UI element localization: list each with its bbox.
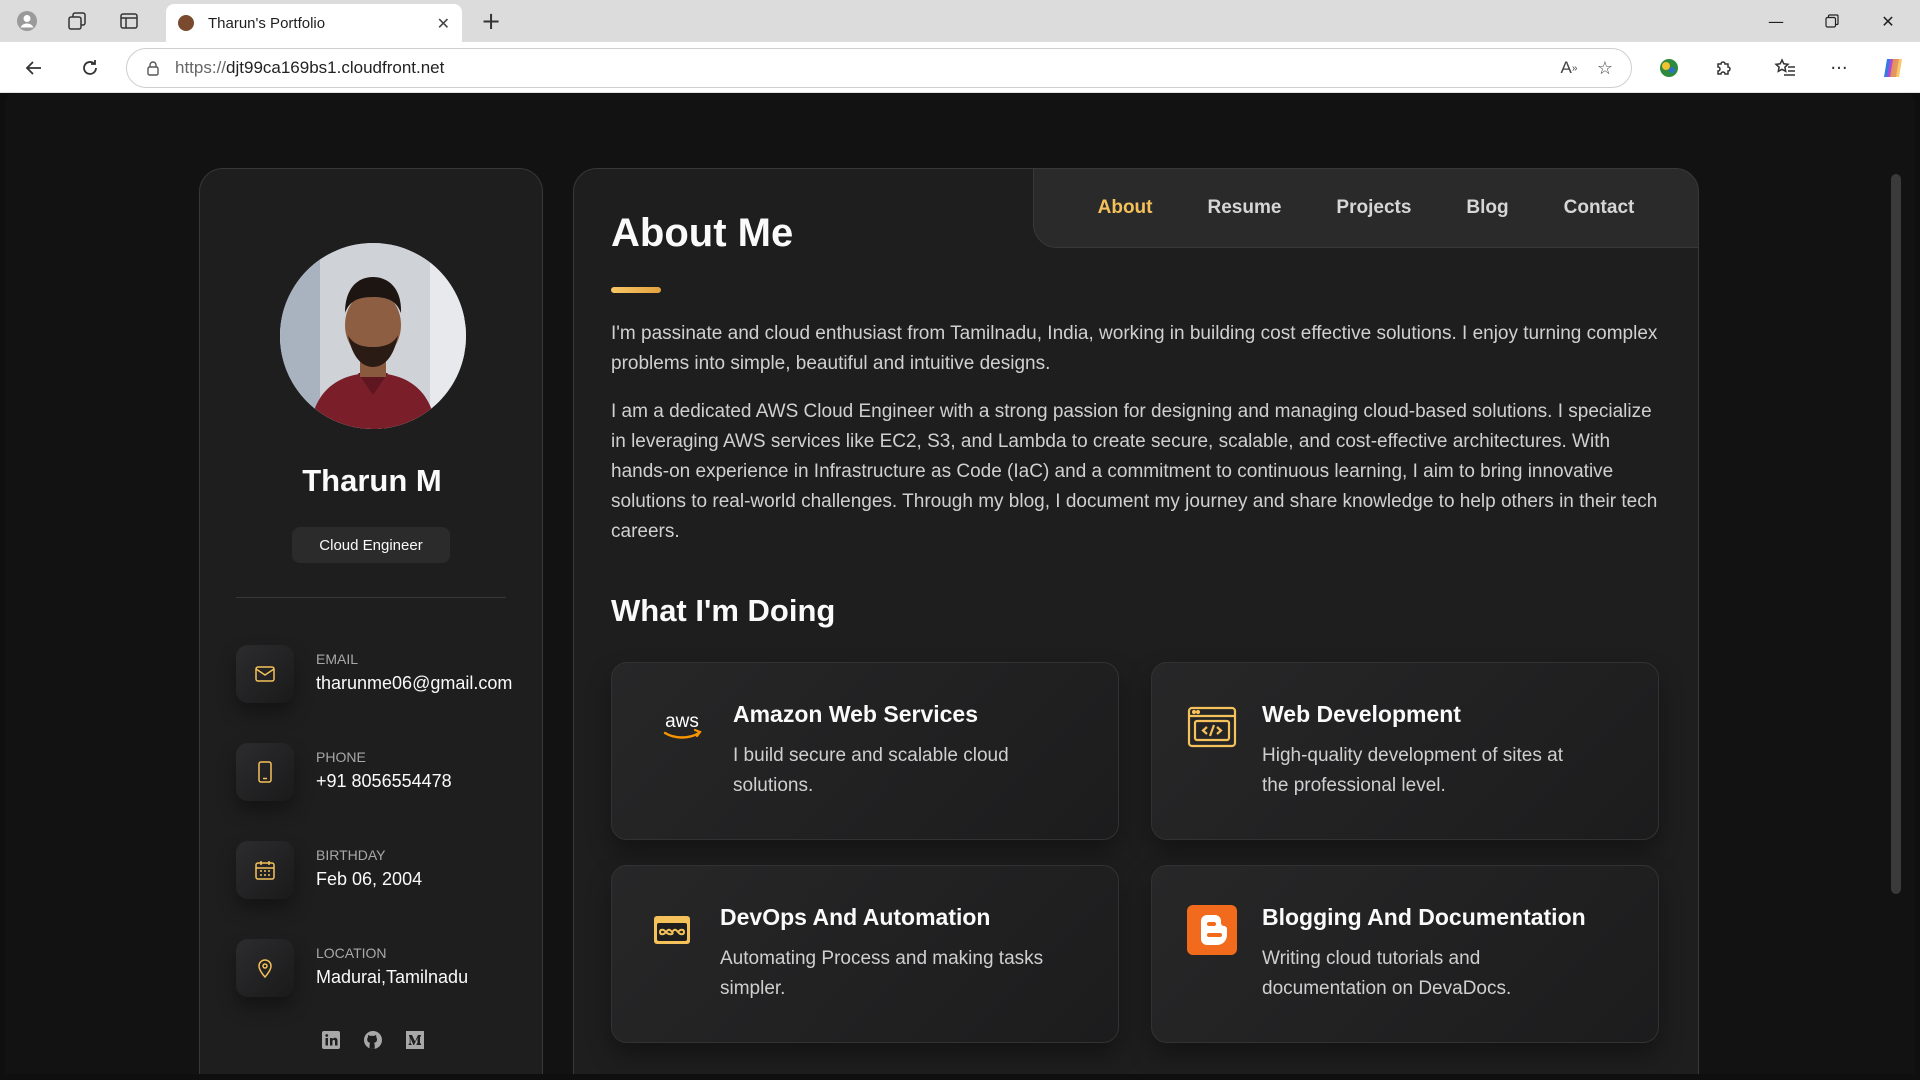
lock-icon[interactable]	[145, 60, 161, 76]
restore-icon[interactable]	[1804, 4, 1860, 38]
url-host: djt99ca169bs1.cloudfront.net	[226, 58, 445, 77]
calendar-icon	[236, 841, 294, 899]
contact-birthday: Birthday Feb 06, 2004	[236, 841, 516, 901]
tab-favicon-icon	[178, 15, 194, 31]
avatar	[280, 243, 466, 429]
tab-actions-icon[interactable]	[114, 6, 144, 36]
contact-label: Phone	[316, 749, 366, 765]
read-aloud-icon[interactable]: A»	[1551, 50, 1587, 86]
page-viewport: Tharun M Cloud Engineer Email tharunme06…	[5, 94, 1915, 1074]
minimize-icon[interactable]: —	[1748, 4, 1804, 38]
favorites-icon[interactable]	[1768, 51, 1802, 85]
contact-email: Email tharunme06@gmail.com	[236, 645, 516, 705]
page-title: About Me	[611, 211, 794, 255]
role-badge: Cloud Engineer	[292, 527, 450, 563]
blogger-icon	[1186, 905, 1238, 955]
address-bar-row: https://djt99ca169bs1.cloudfront.net A» …	[0, 42, 1920, 93]
profile-icon[interactable]	[12, 6, 42, 36]
location-icon	[236, 939, 294, 997]
close-icon[interactable]: ✕	[437, 14, 450, 33]
copilot-icon[interactable]	[1876, 51, 1910, 85]
aws-icon: aws	[656, 703, 708, 751]
contact-label: Location	[316, 945, 387, 961]
active-tab[interactable]: Tharun's Portfolio ✕	[166, 4, 462, 42]
nav-contact[interactable]: Contact	[1564, 197, 1635, 219]
nav-projects[interactable]: Projects	[1336, 197, 1411, 219]
browser-tab-bar: Tharun's Portfolio ✕ + — ✕	[0, 0, 1920, 42]
favorite-icon[interactable]: ☆	[1587, 50, 1623, 86]
medium-icon[interactable]	[404, 1029, 426, 1051]
nav-blog[interactable]: Blog	[1466, 197, 1508, 219]
workspaces-icon[interactable]	[62, 6, 92, 36]
new-tab-icon[interactable]: +	[476, 6, 506, 36]
contact-phone: Phone +91 8056554478	[236, 743, 516, 803]
phone-link[interactable]: +91 8056554478	[316, 771, 516, 792]
main-article: About Resume Projects Blog Contact About…	[573, 168, 1699, 1074]
contact-label: Birthday	[316, 847, 386, 863]
profile-sidebar: Tharun M Cloud Engineer Email tharunme06…	[199, 168, 543, 1074]
location-value: Madurai,Tamilnadu	[316, 967, 469, 987]
phone-icon	[236, 743, 294, 801]
page-scrollbar[interactable]	[1891, 174, 1901, 894]
social-links	[320, 1029, 426, 1051]
service-title: Blogging And Documentation	[1262, 904, 1586, 930]
service-card-aws: aws Amazon Web Services I build secure a…	[611, 662, 1119, 840]
nav-resume[interactable]: Resume	[1208, 197, 1282, 219]
services-heading: What I'm Doing	[611, 593, 836, 628]
title-underline	[611, 287, 661, 293]
about-paragraph-1: I'm passinate and cloud enthusiast from …	[611, 323, 1658, 374]
close-window-icon[interactable]: ✕	[1860, 4, 1916, 38]
service-text: Writing cloud tutorials and documentatio…	[1262, 948, 1512, 999]
service-text: Automating Process and making tasks simp…	[720, 948, 1044, 999]
svg-text:aws: aws	[665, 711, 699, 732]
devops-infinity-icon	[646, 906, 698, 954]
extension-icon[interactable]	[1652, 51, 1686, 85]
about-paragraph-2: I am a dedicated AWS Cloud Engineer with…	[611, 401, 1658, 542]
birthday-value: Feb 06, 2004	[316, 869, 423, 889]
nav-about[interactable]: About	[1098, 197, 1153, 219]
service-title: Web Development	[1262, 701, 1461, 727]
back-icon[interactable]	[18, 52, 50, 84]
service-card-devops: DevOps And Automation Automating Process…	[611, 865, 1119, 1043]
service-title: DevOps And Automation	[720, 904, 991, 930]
mail-icon	[236, 645, 294, 703]
service-text: I build secure and scalable cloud soluti…	[733, 745, 1009, 796]
tab-title: Tharun's Portfolio	[208, 14, 326, 32]
code-window-icon	[1186, 703, 1238, 751]
puzzle-icon[interactable]	[1707, 51, 1741, 85]
service-title: Amazon Web Services	[733, 701, 979, 727]
github-icon[interactable]	[362, 1029, 384, 1051]
contact-label: Email	[316, 651, 359, 667]
more-icon[interactable]: ···	[1822, 51, 1856, 85]
contact-location: Location Madurai,Tamilnadu	[236, 939, 516, 999]
service-card-blogging: Blogging And Documentation Writing cloud…	[1151, 865, 1659, 1043]
divider	[236, 597, 506, 598]
url-text[interactable]: https://djt99ca169bs1.cloudfront.net	[175, 58, 1551, 78]
top-navbar: About Resume Projects Blog Contact	[1033, 168, 1699, 248]
email-link[interactable]: tharunme06@gmail.com	[316, 673, 516, 694]
url-bar[interactable]: https://djt99ca169bs1.cloudfront.net A» …	[126, 48, 1632, 88]
refresh-icon[interactable]	[74, 52, 106, 84]
service-card-webdev: Web Development High-quality development…	[1151, 662, 1659, 840]
url-protocol: https://	[175, 58, 227, 77]
profile-name: Tharun M	[302, 463, 442, 498]
linkedin-icon[interactable]	[320, 1029, 342, 1051]
service-text: High-quality development of sites at the…	[1262, 745, 1563, 796]
